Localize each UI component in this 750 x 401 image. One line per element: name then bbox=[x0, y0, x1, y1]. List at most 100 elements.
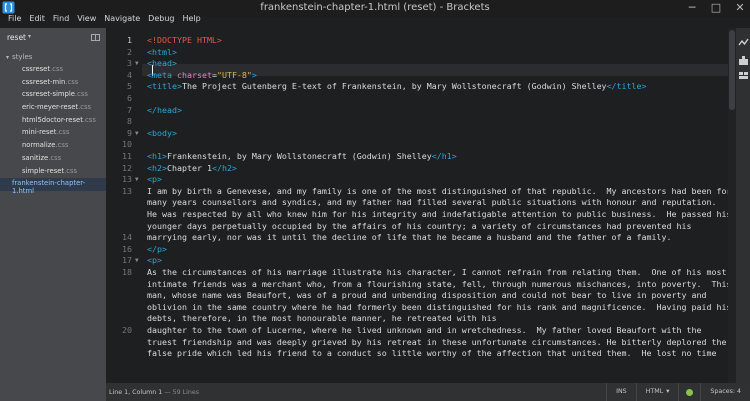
line-number: 11 bbox=[122, 151, 132, 161]
line-number: 8 bbox=[127, 116, 132, 127]
file-item[interactable]: simple-reset.css bbox=[0, 166, 106, 179]
file-ext: .css bbox=[78, 103, 92, 112]
code-text: <p> bbox=[147, 174, 162, 185]
line-number: 7 bbox=[127, 104, 132, 115]
scrollbar-thumb[interactable] bbox=[729, 30, 735, 110]
line-number: 18 bbox=[122, 267, 132, 277]
line-number: 10 bbox=[122, 139, 132, 150]
chevron-down-icon: ▾ bbox=[28, 33, 32, 40]
line-number: 4 bbox=[127, 69, 132, 80]
file-ext: .css bbox=[55, 141, 69, 150]
line-number: 3 bbox=[127, 58, 132, 69]
code-text: <title>The Project Gutenberg E-text of F… bbox=[147, 81, 647, 92]
indent-setting[interactable]: Spaces: 4 bbox=[700, 383, 750, 401]
line-number: 16 bbox=[122, 243, 132, 254]
building-blocks-icon[interactable] bbox=[738, 70, 749, 81]
file-tree: ▾ styles cssreset.css cssreset-min.css c… bbox=[0, 52, 106, 195]
code-text: As the circumstances of his marriage ill… bbox=[147, 267, 728, 324]
file-name: sanitize bbox=[22, 153, 49, 162]
line-number: 9 bbox=[127, 127, 132, 138]
menu-file[interactable]: File bbox=[4, 11, 25, 27]
file-ext: .css bbox=[82, 115, 96, 124]
menu-find[interactable]: Find bbox=[49, 11, 73, 27]
menu-debug[interactable]: Debug bbox=[144, 11, 178, 27]
linting-status[interactable] bbox=[678, 383, 700, 401]
line-number: 1 bbox=[127, 35, 132, 45]
code-text: <body> bbox=[147, 127, 177, 138]
extension-manager-icon[interactable] bbox=[738, 55, 749, 66]
cursor-position: Line 1, Column 1 bbox=[109, 389, 163, 396]
fold-arrow-icon[interactable]: ▼ bbox=[135, 58, 139, 70]
file-ext: .css bbox=[65, 77, 79, 86]
file-name: eric-meyer-reset bbox=[22, 103, 79, 112]
close-icon[interactable]: ✕ bbox=[734, 1, 746, 14]
file-item[interactable]: normalize.css bbox=[0, 140, 106, 153]
indent-label: Spaces: 4 bbox=[710, 388, 741, 395]
menu-view[interactable]: View bbox=[73, 11, 100, 27]
minimize-icon[interactable]: ─ bbox=[686, 1, 698, 14]
code-text: <h1>Frankenstein, by Mary Wollstonecraft… bbox=[147, 151, 457, 161]
split-view-icon[interactable] bbox=[91, 34, 100, 41]
file-name: cssreset bbox=[22, 65, 51, 73]
file-ext: .css bbox=[56, 128, 70, 137]
status-bar: Line 1, Column 1 — 59 Lines INS HTML ▾ Sp… bbox=[106, 383, 750, 401]
file-item[interactable]: eric-meyer-reset.css bbox=[0, 102, 106, 115]
chevron-down-icon: ▾ bbox=[666, 388, 670, 395]
folder-expanded-icon: ▾ bbox=[6, 54, 10, 61]
right-toolbar bbox=[736, 28, 750, 401]
code-text: <meta charset="UTF-8"> bbox=[147, 69, 257, 80]
maximize-icon[interactable]: □ bbox=[710, 1, 722, 14]
line-number: 20 bbox=[122, 325, 132, 335]
line-number: 6 bbox=[127, 93, 132, 103]
fold-arrow-icon[interactable]: ▼ bbox=[135, 174, 139, 186]
file-item[interactable]: sanitize.css bbox=[0, 153, 106, 166]
code-text: <head> bbox=[147, 58, 177, 69]
folder-styles[interactable]: ▾ styles bbox=[0, 52, 106, 64]
insert-mode-label: INS bbox=[616, 388, 627, 395]
live-preview-icon[interactable] bbox=[738, 37, 749, 48]
file-name: simple-reset bbox=[22, 166, 65, 175]
code-text: <h2>Chapter 1</h2> bbox=[147, 162, 237, 173]
menu-help[interactable]: Help bbox=[178, 11, 204, 27]
line-number: 12 bbox=[122, 162, 132, 173]
project-sidebar: reset ▾ ▾ styles cssreset.css cssreset-m… bbox=[0, 28, 106, 401]
line-number: 17 bbox=[122, 255, 132, 266]
fold-arrow-icon[interactable]: ▼ bbox=[135, 128, 139, 140]
file-ext: .css bbox=[64, 166, 78, 175]
code-text: </head> bbox=[147, 104, 182, 115]
line-number: 5 bbox=[127, 81, 132, 92]
language-mode-label: HTML bbox=[645, 388, 664, 395]
code-text: <html> bbox=[147, 46, 177, 57]
code-text: marrying early, nor was it until the dec… bbox=[147, 232, 672, 254]
fold-arrow-icon[interactable]: ▼ bbox=[135, 255, 139, 267]
insert-mode-toggle[interactable]: INS bbox=[606, 383, 636, 401]
line-number: 13 bbox=[122, 185, 132, 196]
code-text: I am by birth a Genevese, and my family … bbox=[147, 185, 728, 231]
line-number: 13 bbox=[122, 174, 132, 185]
file-name: cssreset-min bbox=[22, 77, 66, 86]
project-name: reset bbox=[7, 33, 26, 42]
file-name: html5doctor-reset bbox=[22, 115, 83, 124]
file-item-selected[interactable]: frankenstein-chapter-1.html bbox=[0, 178, 106, 195]
code-text: daughter to the town of Lucerne, where h… bbox=[147, 325, 727, 359]
file-item[interactable]: html5doctor-reset.css bbox=[0, 115, 106, 128]
file-ext: .html bbox=[16, 187, 34, 196]
language-mode-select[interactable]: HTML ▾ bbox=[635, 383, 679, 401]
file-item[interactable]: cssreset.css bbox=[0, 64, 106, 77]
file-item[interactable]: mini-reset.css bbox=[0, 127, 106, 140]
menu-edit[interactable]: Edit bbox=[25, 11, 49, 27]
project-dropdown[interactable]: reset ▾ bbox=[0, 30, 106, 46]
file-ext: .css bbox=[48, 153, 62, 162]
menu-bar: File Edit Find View Navigate Debug Help bbox=[0, 11, 205, 27]
file-ext: .css bbox=[50, 65, 64, 73]
menu-navigate[interactable]: Navigate bbox=[100, 11, 144, 27]
file-name: mini-reset bbox=[22, 128, 57, 137]
editor-scrollbar[interactable] bbox=[728, 28, 736, 383]
file-item[interactable]: cssreset-simple.css bbox=[0, 89, 106, 102]
file-name: normalize bbox=[22, 141, 56, 150]
line-number: 2 bbox=[127, 46, 132, 57]
code-editor[interactable]: 1 <!DOCTYPE HTML> 2 <html> 3 ▼ <head> 4 <meta ch… bbox=[106, 28, 728, 383]
file-item[interactable]: cssreset-min.css bbox=[0, 77, 106, 90]
folder-label: styles bbox=[12, 53, 33, 61]
line-count: — 59 Lines bbox=[164, 389, 199, 396]
